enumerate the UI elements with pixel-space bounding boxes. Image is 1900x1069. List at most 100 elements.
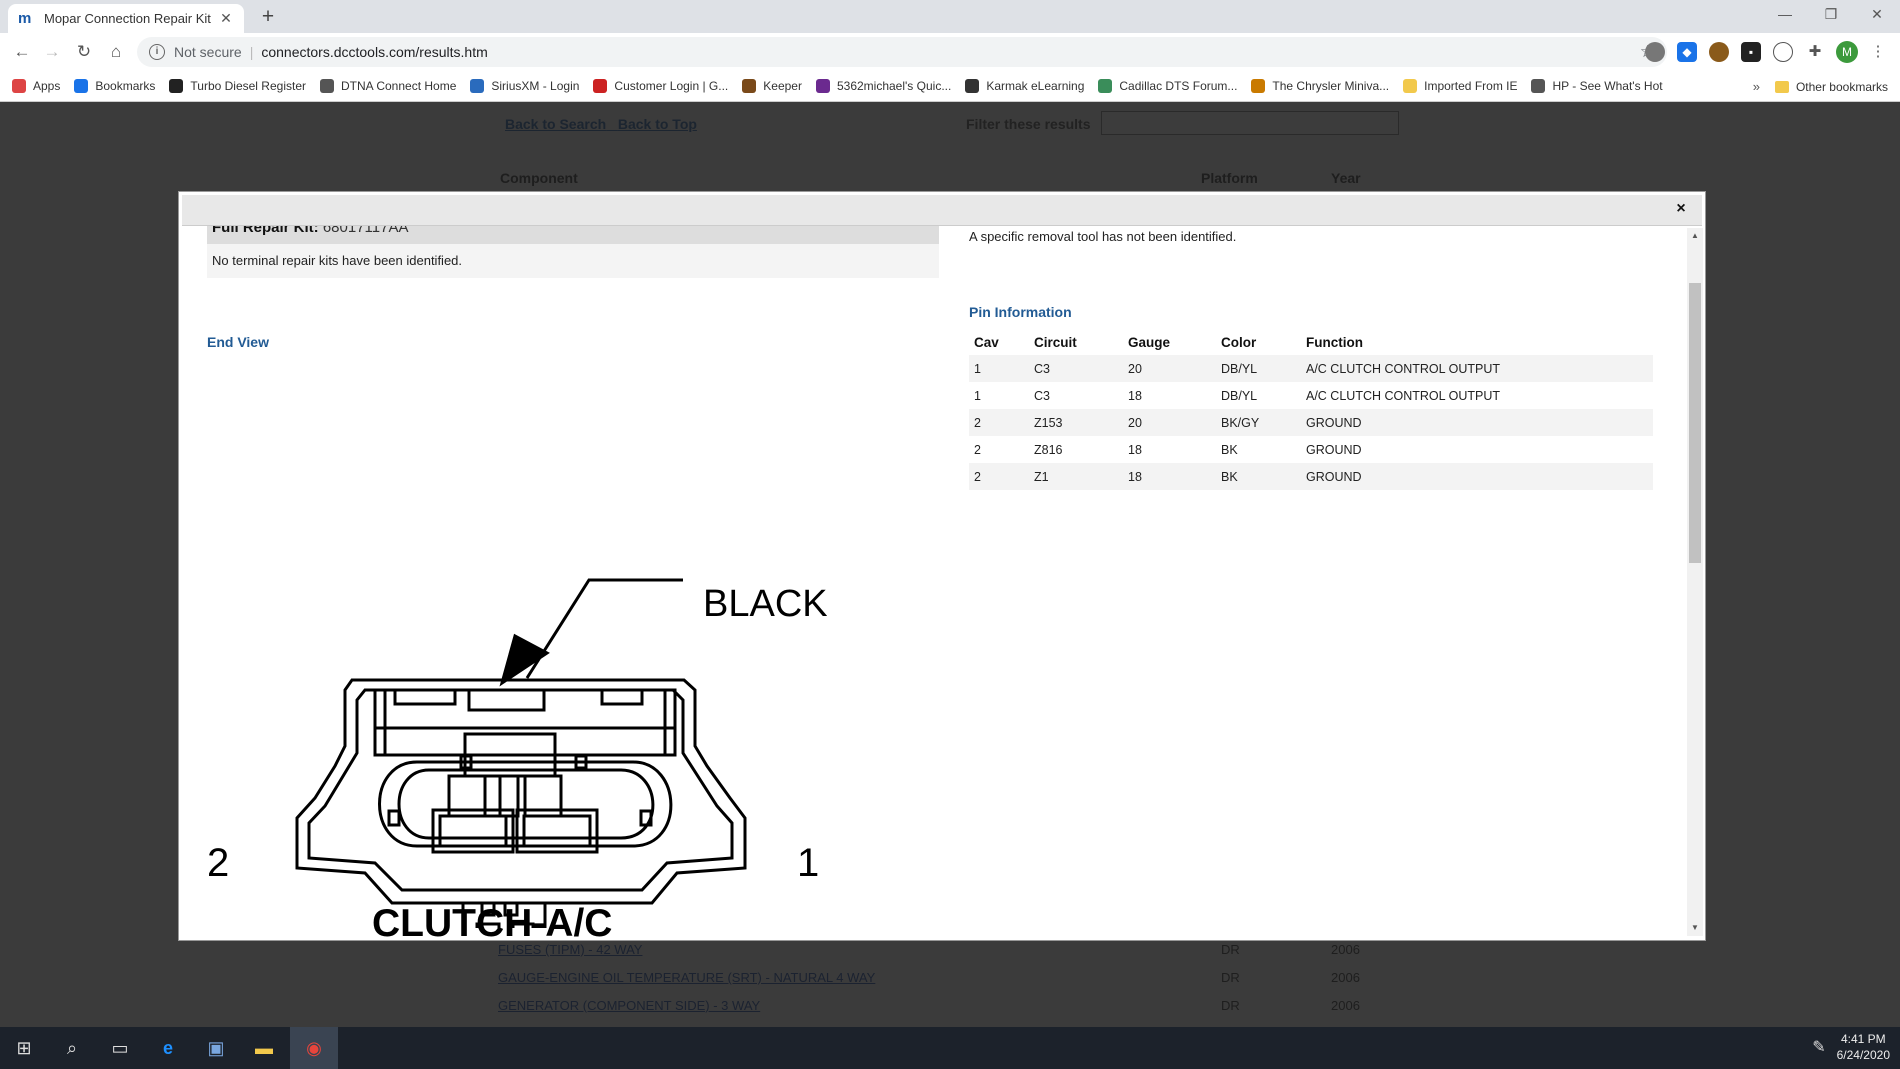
scroll-up-icon[interactable]: ▲ bbox=[1687, 228, 1703, 244]
bookmark-item[interactable]: HP - See What's Hot bbox=[1531, 79, 1663, 93]
bookmarks-overflow-icon[interactable]: » bbox=[1753, 79, 1760, 94]
bookmark-label: HP - See What's Hot bbox=[1552, 79, 1663, 93]
chrome-icon[interactable]: ◉ bbox=[290, 1027, 338, 1069]
restore-icon[interactable]: ❐ bbox=[1808, 0, 1854, 30]
address-bar[interactable]: i Not secure | connectors.dcctools.com/r… bbox=[137, 37, 1667, 67]
cell-color: BK bbox=[1216, 463, 1301, 490]
browser-tab[interactable]: m Mopar Connection Repair Kit ✕ bbox=[8, 4, 244, 33]
bookmark-item[interactable]: Turbo Diesel Register bbox=[169, 79, 306, 93]
star-icon bbox=[74, 79, 89, 93]
app-shortcut-icon[interactable]: ▣ bbox=[192, 1027, 240, 1069]
cell-function: GROUND bbox=[1301, 463, 1653, 490]
back-to-top-link[interactable]: Back to Top bbox=[618, 116, 697, 132]
edge-browser-icon[interactable]: e bbox=[144, 1027, 192, 1069]
tab-title: Mopar Connection Repair Kit bbox=[44, 11, 211, 26]
extension-circle-icon[interactable] bbox=[1645, 42, 1665, 62]
file-explorer-icon[interactable]: ▬ bbox=[240, 1027, 288, 1069]
column-header-component: Component bbox=[500, 170, 578, 186]
menu-kebab-icon[interactable]: ⋮ bbox=[1868, 42, 1888, 62]
no-terminal-kits-text: No terminal repair kits have been identi… bbox=[207, 244, 939, 278]
table-row: FUSES (TIPM) - 42 WAY DR 2006 bbox=[498, 938, 1403, 964]
extension-clock-icon[interactable] bbox=[1773, 42, 1793, 62]
column-header-year: Year bbox=[1331, 170, 1361, 186]
profile-avatar[interactable]: M bbox=[1836, 41, 1858, 63]
cell-circuit: C3 bbox=[1029, 355, 1123, 382]
info-icon[interactable]: i bbox=[149, 44, 165, 60]
header-color: Color bbox=[1221, 334, 1257, 350]
filter-input[interactable] bbox=[1101, 111, 1399, 135]
repair-kit-number: 68017117AA bbox=[322, 226, 409, 236]
reload-icon[interactable]: ↻ bbox=[72, 40, 96, 64]
task-view-icon[interactable]: ▭ bbox=[96, 1027, 144, 1069]
window-close-icon[interactable]: ✕ bbox=[1854, 0, 1900, 30]
dtna-icon bbox=[320, 79, 334, 93]
bookmark-label: Turbo Diesel Register bbox=[190, 79, 306, 93]
cell-circuit: Z153 bbox=[1029, 409, 1123, 436]
scroll-down-icon[interactable]: ▼ bbox=[1687, 920, 1703, 936]
bookmarks-bar: Apps Bookmarks Turbo Diesel Register DTNA C… bbox=[0, 71, 1900, 102]
home-icon[interactable]: ⌂ bbox=[104, 40, 128, 64]
table-row: 1 C3 18 DB/YL A/C CLUTCH CONTROL OUTPUT bbox=[969, 382, 1653, 409]
cell-cav: 2 bbox=[974, 442, 981, 457]
search-icon[interactable]: ⌕ bbox=[48, 1027, 96, 1069]
windows-start-icon[interactable]: ⊞ bbox=[0, 1027, 48, 1069]
back-arrow-icon[interactable]: ← bbox=[10, 40, 34, 64]
bookmark-item[interactable]: SiriusXM - Login bbox=[470, 79, 579, 93]
cell-color: BK/GY bbox=[1216, 409, 1301, 436]
year-cell: 2006 bbox=[1331, 942, 1360, 957]
cell-color: DB/YL bbox=[1216, 355, 1301, 382]
extension-shield-icon[interactable]: ◆ bbox=[1677, 42, 1697, 62]
table-row: 2 Z153 20 BK/GY GROUND bbox=[969, 409, 1653, 436]
connector-name-label: CLUTCH-A/C bbox=[372, 902, 613, 945]
extensions-puzzle-icon[interactable]: ✚ bbox=[1805, 42, 1825, 62]
scrollbar-thumb[interactable] bbox=[1689, 283, 1701, 563]
cell-color: BK bbox=[1221, 442, 1238, 457]
other-bookmarks[interactable]: Other bookmarks bbox=[1774, 71, 1888, 102]
arrow-line bbox=[525, 578, 683, 679]
tab-close-icon[interactable]: ✕ bbox=[218, 10, 234, 27]
new-tab-icon[interactable]: + bbox=[256, 5, 280, 29]
forward-arrow-icon[interactable]: → bbox=[40, 40, 64, 64]
back-to-search-link[interactable]: Back to Search bbox=[505, 116, 606, 132]
bookmark-item[interactable]: The Chrysler Miniva... bbox=[1251, 79, 1389, 93]
bookmark-item[interactable]: Karmak eLearning bbox=[965, 79, 1084, 93]
minimize-icon[interactable]: — bbox=[1762, 0, 1808, 30]
table-row: 2 Z1 18 BK GROUND bbox=[969, 463, 1653, 490]
cell-color: DB/YL bbox=[1221, 388, 1258, 403]
pin-1-label: 1 bbox=[797, 841, 819, 885]
globe-icon bbox=[1531, 79, 1546, 93]
pin-table-header-row: Cav Circuit Gauge Color Function bbox=[969, 329, 1653, 355]
extension-terminal-icon[interactable]: ▪ bbox=[1741, 42, 1761, 62]
bookmark-item[interactable]: Bookmarks bbox=[74, 79, 155, 93]
bookmark-item[interactable]: Keeper bbox=[742, 79, 802, 93]
bookmark-item[interactable]: Cadillac DTS Forum... bbox=[1098, 79, 1237, 93]
bookmark-item[interactable]: DTNA Connect Home bbox=[320, 79, 456, 93]
table-row: 1 C3 20 DB/YL A/C CLUTCH CONTROL OUTPUT bbox=[969, 355, 1653, 382]
cell-circuit: Z1 bbox=[1029, 463, 1123, 490]
chrysler-icon bbox=[1251, 79, 1266, 93]
bookmark-item[interactable]: Customer Login | G... bbox=[593, 79, 728, 93]
bookmark-item[interactable]: Imported From IE bbox=[1403, 79, 1517, 93]
bookmark-label: Customer Login | G... bbox=[614, 79, 729, 93]
bookmark-label: DTNA Connect Home bbox=[341, 79, 457, 93]
platform-cell: DR bbox=[1221, 942, 1240, 957]
component-link[interactable]: GENERATOR (COMPONENT SIDE) - 3 WAY bbox=[498, 998, 760, 1013]
column-header-platform: Platform bbox=[1201, 170, 1258, 186]
system-clock[interactable]: 4:41 PM 6/24/2020 bbox=[1837, 1031, 1890, 1063]
component-link[interactable]: GAUGE-ENGINE OIL TEMPERATURE (SRT) - NAT… bbox=[498, 970, 875, 985]
bookmark-item[interactable]: 5362michael's Quic... bbox=[815, 79, 951, 93]
bookmark-item[interactable]: Apps bbox=[12, 79, 60, 93]
modal-scrollbar[interactable]: ▲ ▼ bbox=[1687, 228, 1703, 936]
platform-cell: DR bbox=[1221, 998, 1240, 1013]
cell-function: GROUND bbox=[1301, 409, 1653, 436]
clock-time: 4:41 PM bbox=[1840, 1032, 1886, 1046]
color-label: BLACK bbox=[703, 583, 827, 625]
url-text[interactable]: connectors.dcctools.com/results.htm bbox=[261, 44, 487, 60]
tdr-icon bbox=[169, 79, 184, 93]
bookmark-label: Bookmarks bbox=[95, 79, 156, 93]
quic-icon bbox=[815, 79, 830, 93]
extension-keeper-icon[interactable] bbox=[1709, 42, 1729, 62]
bookmark-label: Imported From IE bbox=[1424, 79, 1518, 93]
modal-close-button[interactable]: × bbox=[1673, 201, 1689, 217]
keeper-icon bbox=[742, 79, 757, 93]
